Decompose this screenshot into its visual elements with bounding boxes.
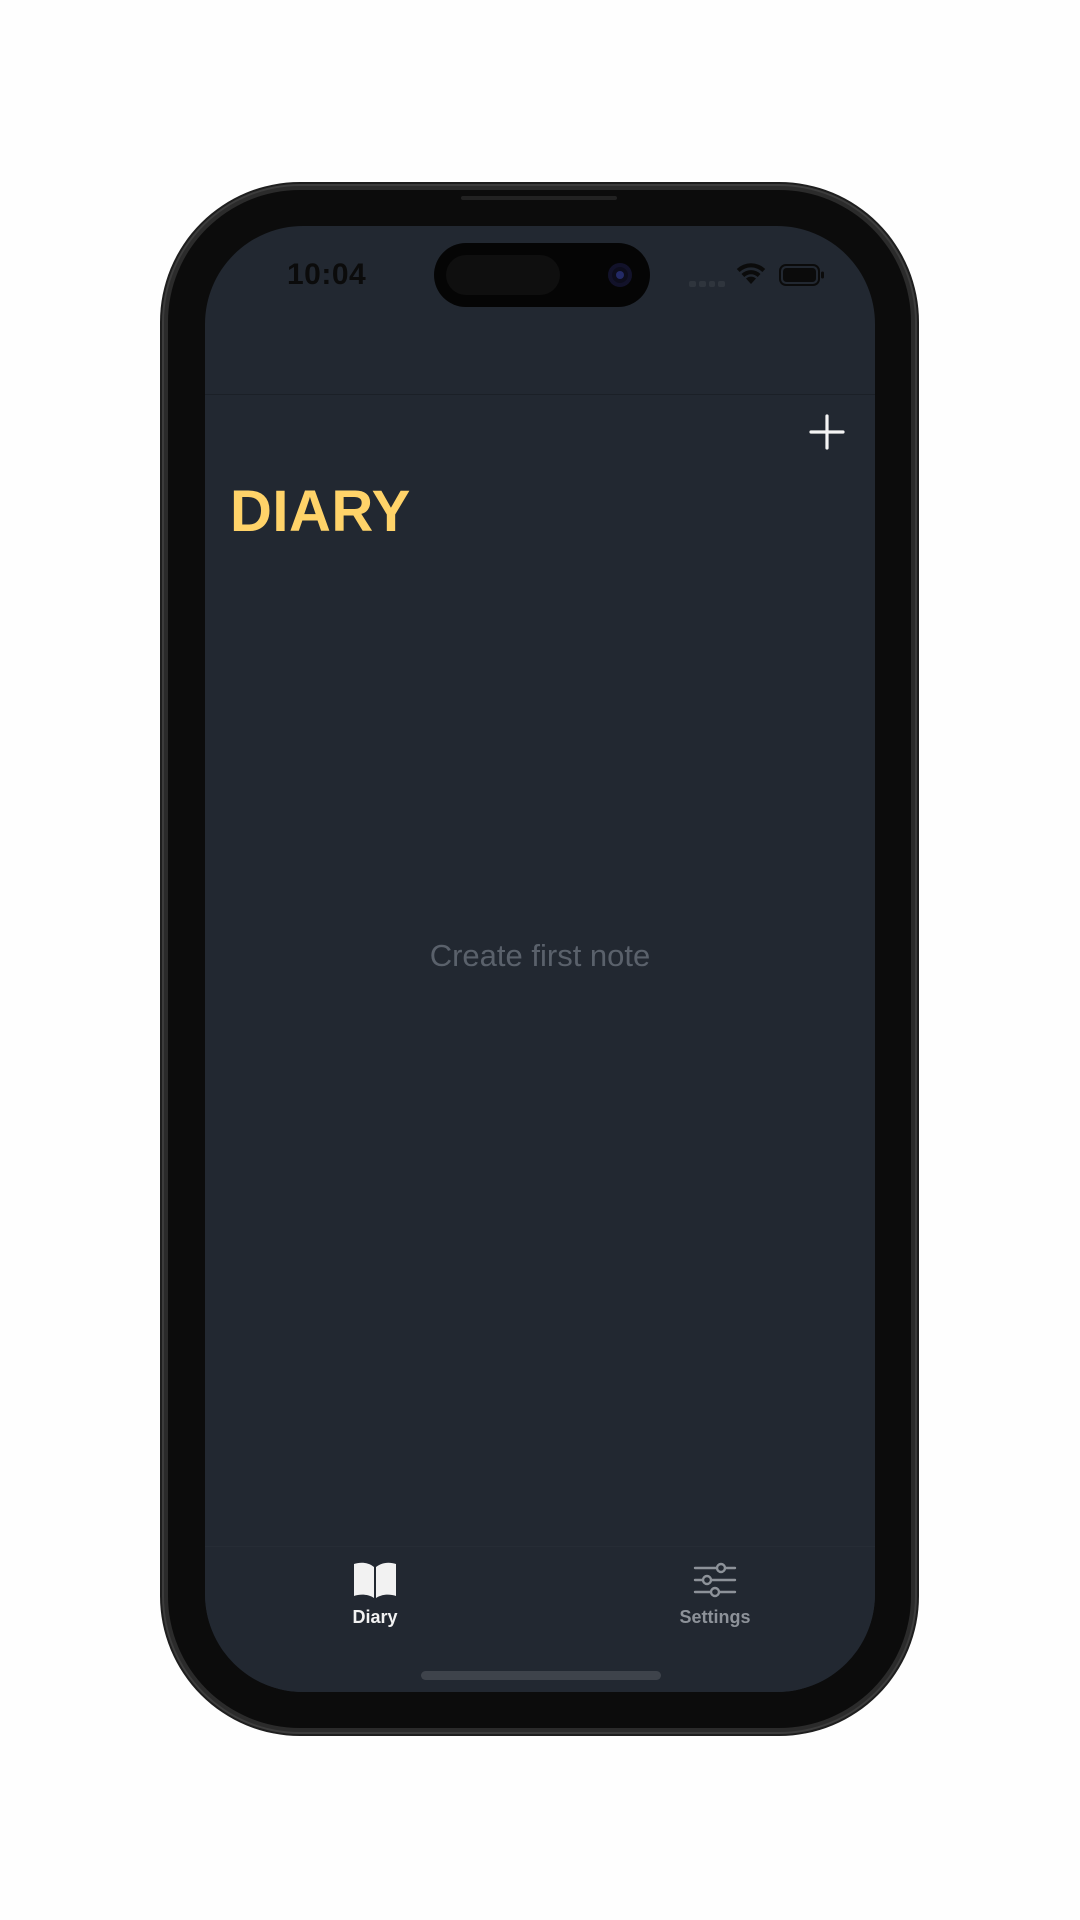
- volume-down-button: [162, 752, 167, 867]
- phone-frame: 10:04 DIARY Create first note Diary Sett…: [168, 190, 911, 1728]
- island-sensor: [446, 255, 560, 295]
- front-camera: [608, 263, 632, 287]
- dynamic-island: [434, 243, 650, 307]
- status-bar: 10:04: [205, 226, 875, 336]
- power-button: [912, 683, 917, 861]
- device-mockup: 10:04 DIARY Create first note Diary Sett…: [0, 0, 1080, 1920]
- cellular-signal-icon: [689, 281, 725, 287]
- battery-icon: [779, 264, 824, 286]
- speaker-grille: [461, 196, 617, 200]
- empty-state-message[interactable]: Create first note: [205, 938, 875, 974]
- tab-settings-label: Settings: [679, 1607, 751, 1627]
- header-divider: [205, 394, 875, 395]
- tab-settings[interactable]: Settings: [635, 1559, 795, 1649]
- sliders-icon: [693, 1562, 737, 1598]
- page-title: DIARY: [230, 479, 411, 544]
- book-icon: [354, 1562, 396, 1598]
- volume-up-button: [162, 605, 167, 720]
- app-screen: 10:04 DIARY Create first note Diary Sett…: [205, 226, 875, 1692]
- tab-diary-label: Diary: [352, 1607, 398, 1627]
- wifi-icon: [736, 263, 766, 284]
- status-time: 10:04: [287, 258, 367, 291]
- home-indicator[interactable]: [421, 1671, 661, 1680]
- tab-diary[interactable]: Diary: [295, 1559, 455, 1649]
- add-note-button[interactable]: [805, 410, 849, 454]
- plus-icon: [809, 414, 845, 450]
